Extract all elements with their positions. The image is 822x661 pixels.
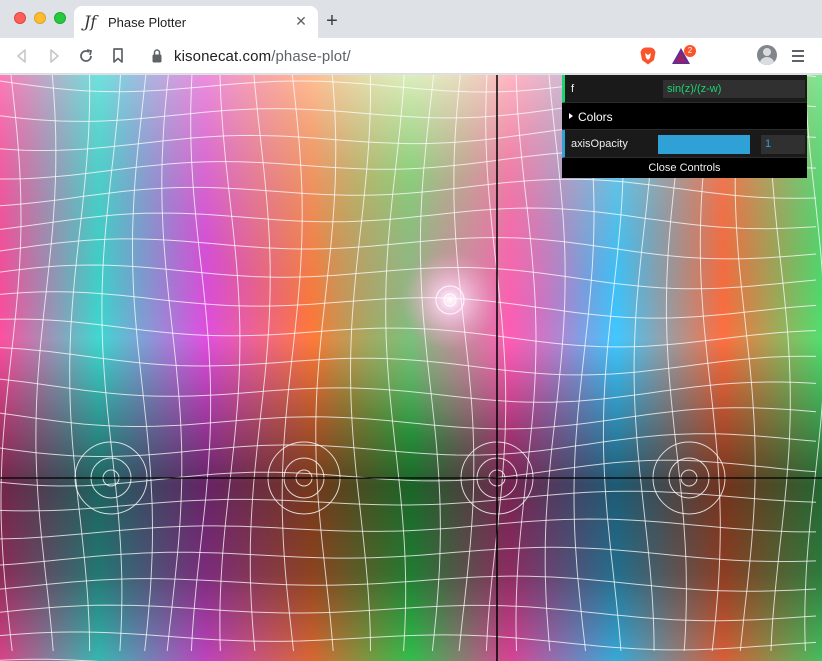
lock-icon xyxy=(152,49,162,63)
tab-title: Phase Plotter xyxy=(108,15,187,30)
reload-icon xyxy=(80,49,93,62)
hamburger-menu-icon[interactable] xyxy=(790,47,806,65)
tab-bar: Jf Phase Plotter ✕ + xyxy=(0,0,822,38)
new-tab-button[interactable]: + xyxy=(322,11,342,31)
profile-icon[interactable] xyxy=(757,45,777,65)
url-host: kisonecat.com xyxy=(174,48,272,65)
bookmark-button[interactable] xyxy=(108,46,128,66)
back-button[interactable] xyxy=(12,46,32,66)
site-favicon-icon: Jf xyxy=(84,12,97,31)
forward-button[interactable] xyxy=(44,46,64,66)
axis-opacity-slider-fill xyxy=(658,135,750,154)
folder-arrow-icon xyxy=(569,113,573,119)
close-tab-icon[interactable]: ✕ xyxy=(292,12,310,30)
arrow-left-icon xyxy=(17,49,26,63)
brave-shield-icon[interactable] xyxy=(638,46,658,66)
minimize-window-button[interactable] xyxy=(34,12,46,24)
address-bar[interactable]: kisonecat.com/phase-plot/ xyxy=(142,42,616,70)
axis-opacity-control: axisOpacity 1 xyxy=(562,130,807,158)
bookmark-icon xyxy=(113,48,123,63)
rewards-badge: 2 xyxy=(684,45,696,57)
browser-toolbar: kisonecat.com/phase-plot/ 2 xyxy=(0,38,822,74)
tab-phase-plotter[interactable]: Jf Phase Plotter ✕ xyxy=(74,6,318,38)
close-window-button[interactable] xyxy=(14,12,26,24)
function-label: f xyxy=(571,83,575,95)
close-controls-button[interactable]: Close Controls xyxy=(562,158,807,178)
url-path: /phase-plot/ xyxy=(271,48,351,65)
controls-panel: f sin(z)/(z-w) Colors axisOpacity 1 Clos… xyxy=(562,75,807,178)
zoom-window-button[interactable] xyxy=(54,12,66,24)
function-control: f sin(z)/(z-w) xyxy=(562,75,807,103)
page-content: f sin(z)/(z-w) Colors axisOpacity 1 Clos… xyxy=(0,75,822,661)
url-text: kisonecat.com/phase-plot/ xyxy=(174,48,351,65)
reload-button[interactable] xyxy=(76,46,96,66)
colors-folder-title: Colors xyxy=(578,110,613,124)
axis-opacity-input[interactable]: 1 xyxy=(761,135,805,154)
colors-folder[interactable]: Colors xyxy=(562,103,807,130)
function-input[interactable]: sin(z)/(z-w) xyxy=(663,80,805,98)
axis-opacity-slider[interactable] xyxy=(658,135,750,154)
axis-opacity-label: axisOpacity xyxy=(571,138,628,150)
arrow-right-icon xyxy=(50,49,59,63)
